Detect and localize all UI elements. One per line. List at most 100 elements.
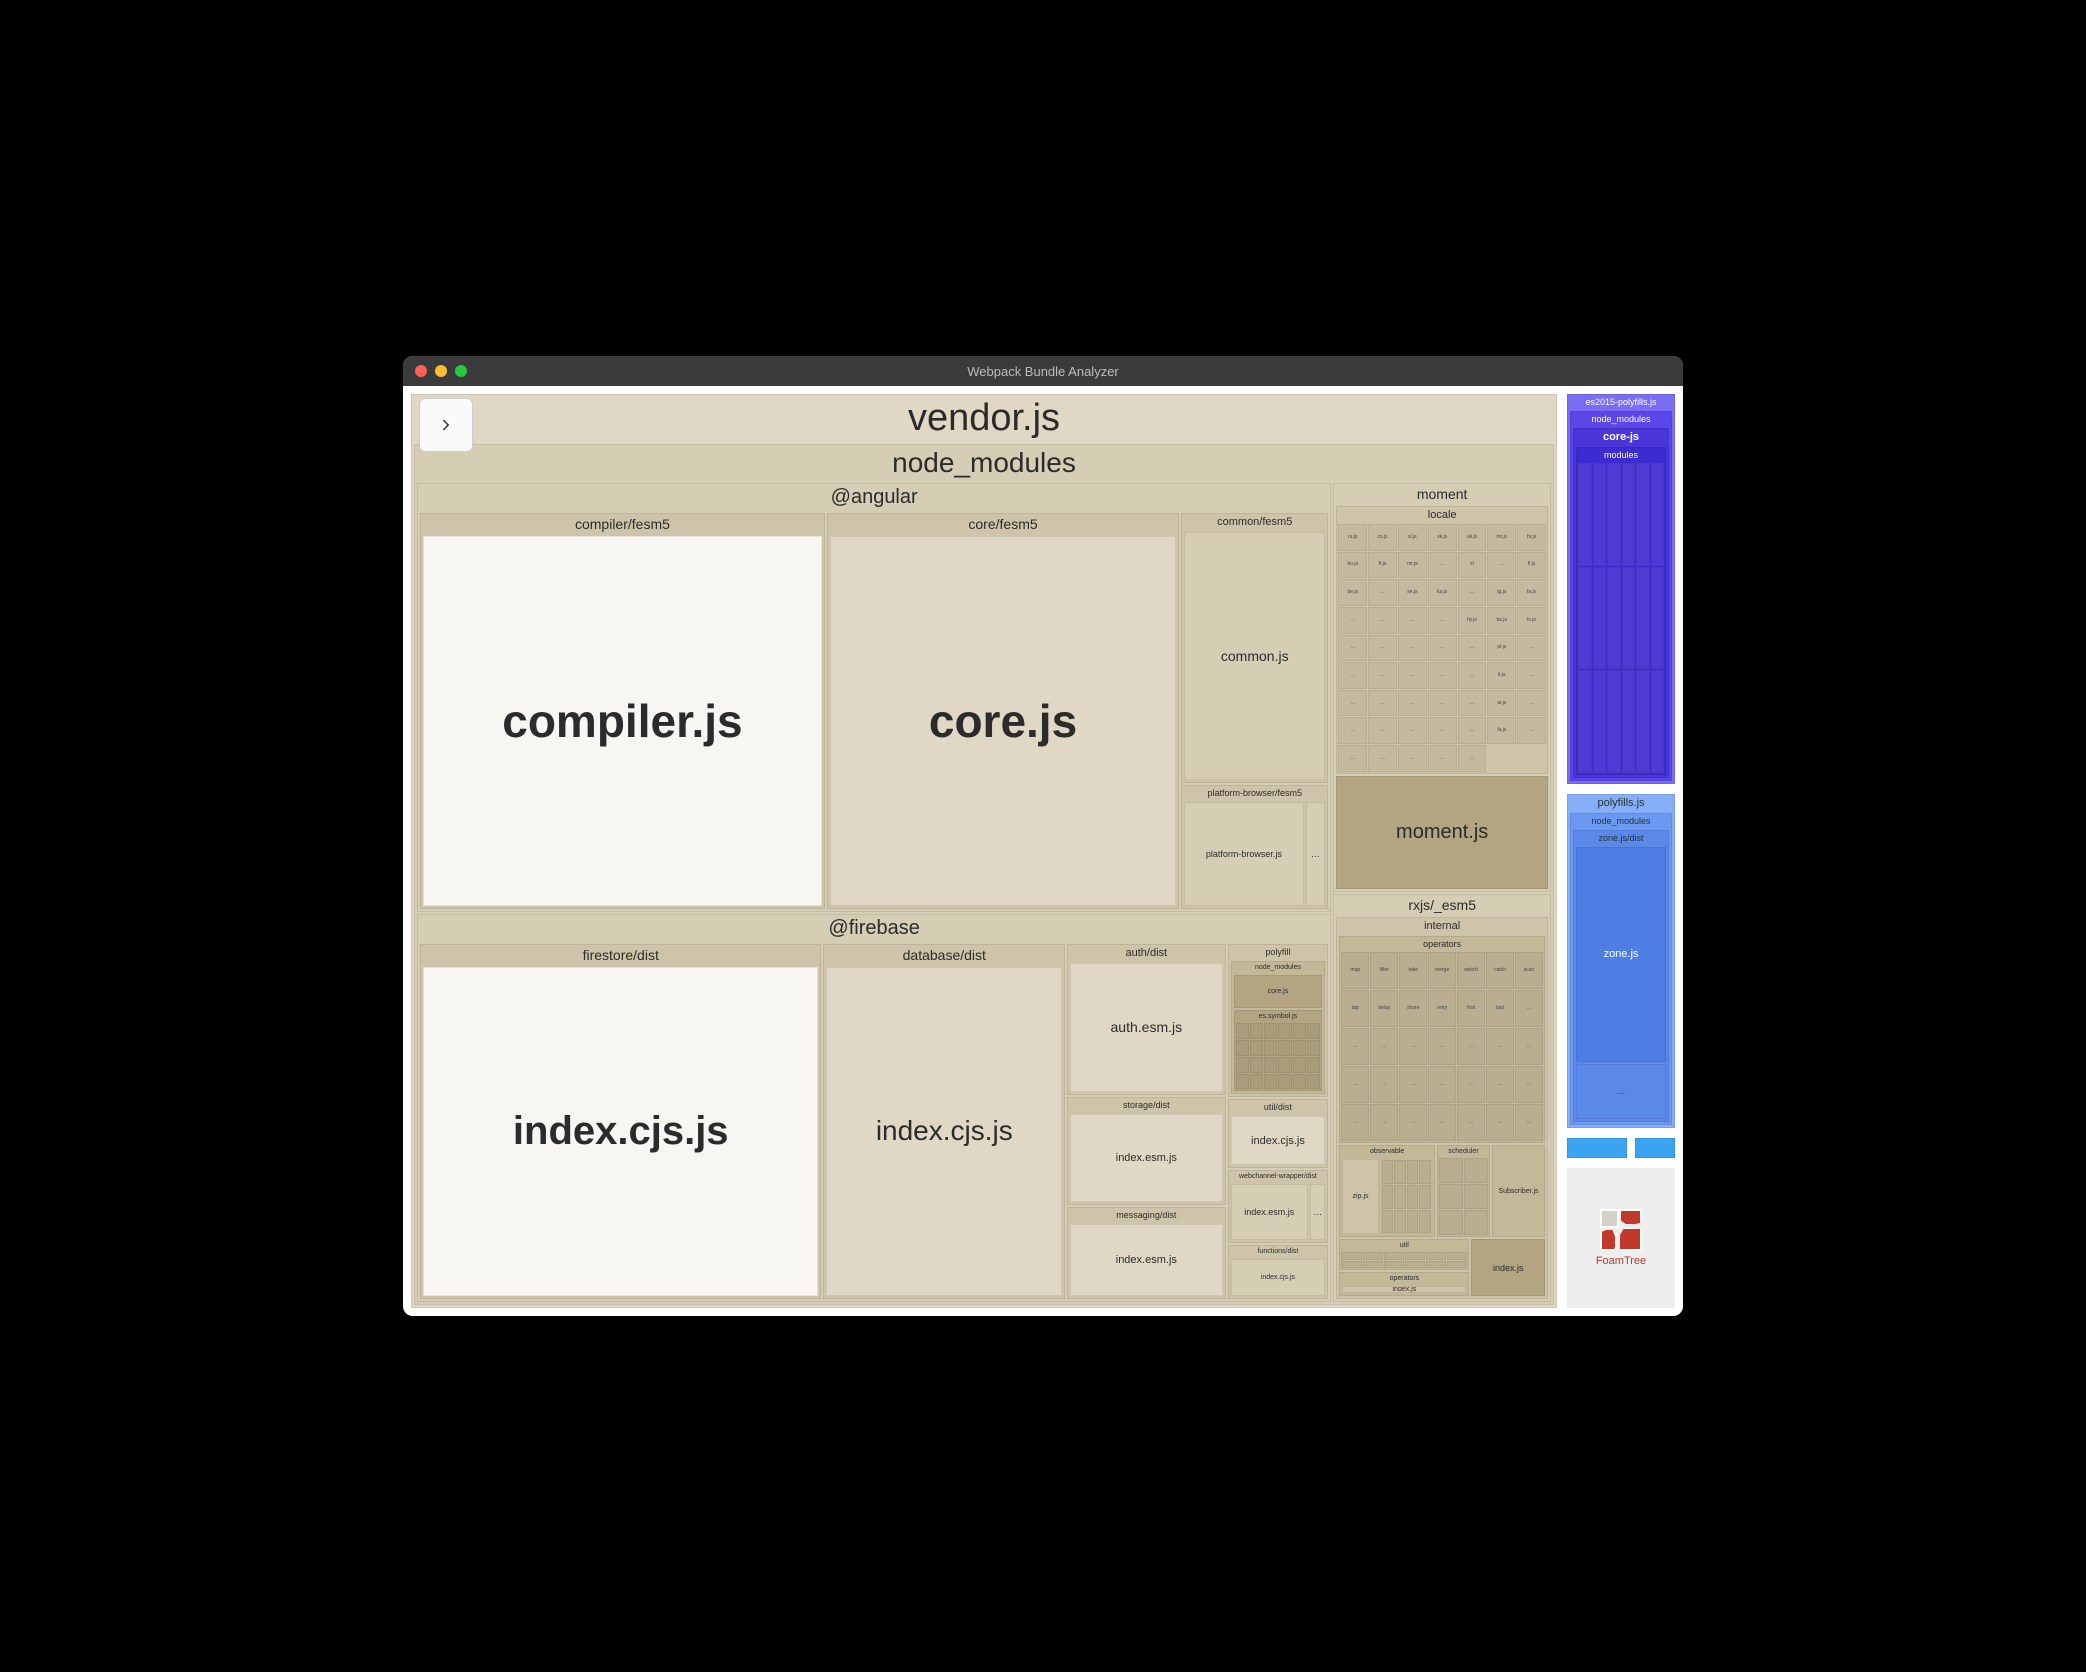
moment-locale-file[interactable]: … [1398,690,1427,717]
fb-functions-file[interactable]: index.cjs.js [1231,1259,1326,1296]
rxjs-operator[interactable]: … [1399,1066,1427,1103]
fb-polyfill[interactable]: polyfill node_modules core.js [1228,944,1329,1098]
moment-locale-file[interactable]: fr.js [1368,552,1397,579]
rxjs-operator[interactable]: … [1515,1104,1543,1141]
pkg-rxjs[interactable]: rxjs/_esm5 internal operators mapfilte [1333,894,1551,1303]
fb-messaging-file[interactable]: index.esm.js [1070,1224,1222,1296]
fb-firestore-file[interactable]: index.cjs.js [423,967,818,1296]
fb-webchannel-file[interactable]: index.esm.js [1231,1184,1309,1240]
moment-locale-file[interactable]: tg.js [1487,579,1516,606]
rxjs-operator[interactable]: … [1428,1028,1456,1065]
fb-polyfill-nm[interactable]: node_modules core.js es.symbol.js [1231,961,1326,1095]
angular-common-file[interactable]: common.js [1184,532,1325,780]
rxjs-operator[interactable]: tap [1341,990,1369,1027]
moment-locale-file[interactable]: sl.js [1398,524,1427,551]
fb-auth[interactable]: auth/dist auth.esm.js [1067,944,1225,1095]
rxjs-operator[interactable]: … [1341,1066,1369,1103]
fb-storage-file[interactable]: index.esm.js [1070,1114,1222,1202]
moment-locale-file[interactable]: … [1368,717,1397,744]
es2015-modules[interactable]: modules [1576,447,1666,775]
moment-locale-file[interactable]: ar.js [1487,690,1516,717]
fb-database-file[interactable]: index.cjs.js [826,967,1062,1296]
moment-locale[interactable]: locale ru.jscs.jssl.jssk.jsuk.jsmr.jshr.… [1336,506,1548,774]
moment-file[interactable]: moment.js [1336,776,1548,889]
moment-locale-file[interactable]: ls.js [1517,607,1546,634]
rxjs-operator[interactable]: first [1457,990,1485,1027]
moment-locale-file[interactable]: … [1368,662,1397,689]
moment-locale-file[interactable]: ka.js [1428,579,1457,606]
moment-locale-file[interactable]: fa.js [1517,579,1546,606]
moment-locale-file[interactable]: ru.js [1338,524,1367,551]
polyfills-node-modules[interactable]: node_modules zone.js/dist zone.js … [1570,813,1672,1125]
es2015-node-modules[interactable]: node_modules core-js modules [1570,411,1672,781]
moment-locale-file[interactable]: … [1458,690,1487,717]
moment-locale-file[interactable]: … [1517,717,1546,744]
pkg-moment[interactable]: moment locale ru.jscs.jssl.jssk.jsuk.jsm… [1333,483,1551,892]
moment-locale-file[interactable]: … [1428,552,1457,579]
rxjs-util[interactable]: util [1339,1239,1469,1269]
es2015-corejs[interactable]: core-js modules [1573,428,1669,778]
moment-locale-file[interactable]: … [1338,717,1367,744]
moment-locale-file[interactable]: bo.js [1338,552,1367,579]
rxjs-operator[interactable]: … [1515,990,1543,1027]
moment-locale-file[interactable]: … [1338,635,1367,662]
moment-locale-file[interactable]: … [1458,717,1487,744]
moment-locale-file[interactable]: … [1458,662,1487,689]
fb-webchannel-rest[interactable]: … [1310,1184,1325,1240]
rxjs-scheduler[interactable]: scheduler [1437,1145,1490,1237]
moment-locale-file[interactable]: … [1428,662,1457,689]
rxjs-internal[interactable]: internal operators mapfiltertakemergeswi… [1336,917,1548,1300]
moment-locale-file[interactable]: … [1368,607,1397,634]
moment-locale-file[interactable]: … [1428,635,1457,662]
rxjs-operator[interactable]: switch [1457,952,1485,989]
rxjs-operator[interactable]: scan [1515,952,1543,989]
moment-locale-file[interactable]: … [1338,662,1367,689]
moment-locale-file[interactable]: … [1458,745,1487,772]
rxjs-operators[interactable]: operators mapfiltertakemergeswitchcatchs… [1339,936,1545,1144]
rxjs-operator[interactable]: last [1486,990,1514,1027]
rxjs-index[interactable]: index.js [1471,1239,1545,1296]
rxjs-operator[interactable]: … [1370,1104,1398,1141]
moment-locale-file[interactable]: … [1338,745,1367,772]
rxjs-operator[interactable]: filter [1370,952,1398,989]
moment-locale-file[interactable]: hy.js [1458,607,1487,634]
rxjs-operator[interactable]: … [1341,1028,1369,1065]
bundle-small-1[interactable] [1567,1138,1627,1158]
polyfills-zone-rest[interactable]: … [1576,1064,1666,1119]
fb-util-file[interactable]: index.cjs.js [1231,1116,1326,1164]
moment-locale-file[interactable]: … [1458,635,1487,662]
rxjs-inner-index[interactable]: index.js [1342,1286,1466,1293]
moment-locale-file[interactable]: … [1368,745,1397,772]
rxjs-observable[interactable]: observable zip.js [1339,1145,1435,1237]
rxjs-operator[interactable]: … [1457,1028,1485,1065]
fb-util[interactable]: util/dist index.cjs.js [1228,1099,1329,1167]
moment-locale-file[interactable]: … [1368,690,1397,717]
moment-locale-file[interactable]: sl [1458,552,1487,579]
rxjs-operator[interactable]: … [1486,1104,1514,1141]
bundle-es2015-polyfills[interactable]: es2015-polyfills.js node_modules core-js… [1567,394,1675,784]
fb-messaging[interactable]: messaging/dist index.esm.js [1067,1207,1225,1299]
moment-locale-file[interactable]: mr.js [1487,524,1516,551]
moment-locale-file[interactable]: mr.js [1398,552,1427,579]
moment-locale-file[interactable]: pl.js [1487,635,1516,662]
moment-locale-file[interactable]: … [1398,717,1427,744]
node-modules[interactable]: node_modules @angular compiler/fesm5 [414,444,1554,1305]
polyfills-zone-dist[interactable]: zone.js/dist zone.js … [1573,830,1669,1122]
rxjs-operator[interactable]: retry [1428,990,1456,1027]
bundle-vendor[interactable]: vendor.js node_modules @angular [411,394,1557,1308]
rxjs-operator[interactable]: share [1399,990,1427,1027]
moment-locale-file[interactable]: … [1487,552,1516,579]
moment-locale-file[interactable]: … [1398,607,1427,634]
fb-polyfill-core[interactable]: core.js [1234,975,1323,1009]
rxjs-operator[interactable]: … [1399,1028,1427,1065]
rxjs-operator[interactable]: map [1341,952,1369,989]
angular-compiler[interactable]: compiler/fesm5 compiler.js [420,513,825,909]
fb-functions[interactable]: functions/dist index.cjs.js [1228,1245,1329,1299]
rxjs-operator[interactable]: … [1486,1028,1514,1065]
angular-core-file[interactable]: core.js [830,536,1176,906]
moment-locale-file[interactable]: fa.js [1487,717,1516,744]
moment-locale-file[interactable]: … [1428,745,1457,772]
fb-auth-file[interactable]: auth.esm.js [1070,963,1222,1092]
fb-storage[interactable]: storage/dist index.esm.js [1067,1097,1225,1205]
rxjs-operator[interactable]: … [1515,1066,1543,1103]
